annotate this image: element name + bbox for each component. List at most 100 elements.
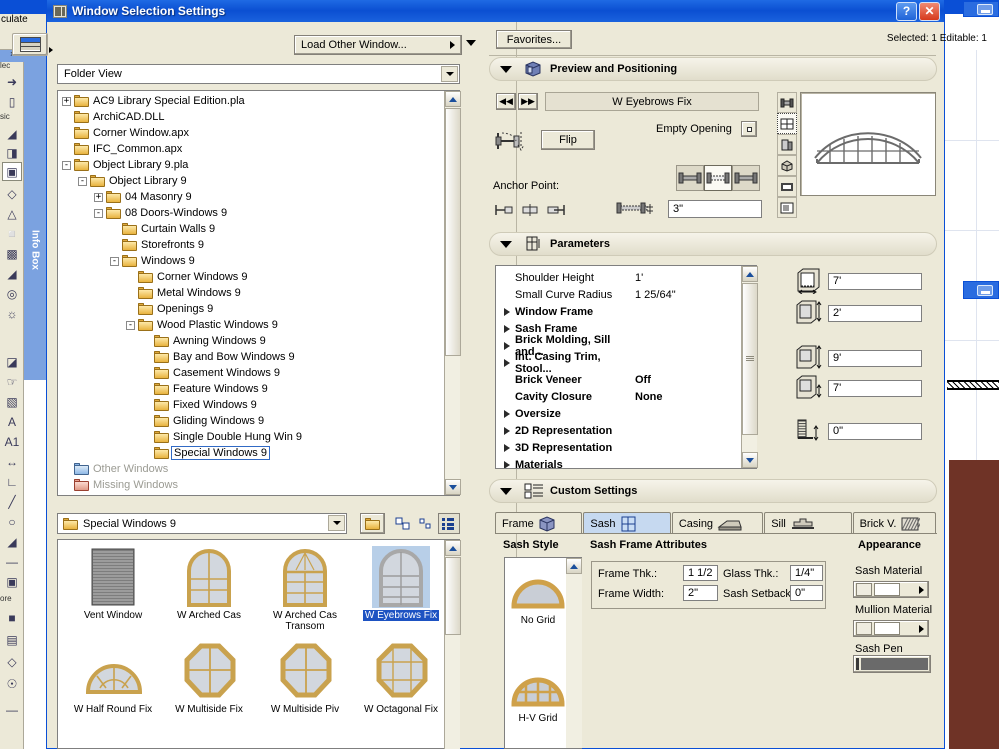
chevron-down-icon[interactable] [328,515,345,531]
tree-item[interactable]: Gliding Windows 9 [142,413,264,429]
parameter-row[interactable]: Int. Casing Trim, Stool... [496,351,740,375]
lamp-tool-icon[interactable]: ☼ [2,304,22,323]
roof-tool-icon[interactable]: △ [2,204,22,223]
parameter-value[interactable]: 1' [635,272,643,284]
parameter-row[interactable]: Brick Veneer Off [496,371,740,388]
expand-icon[interactable]: + [62,96,71,106]
panel-collapse-caret-icon[interactable] [466,40,476,46]
thumbnail-item[interactable]: W Eyebrows Fix [354,546,448,621]
tree-item[interactable]: - 08 Doors-Windows 9 [94,205,227,221]
scroll-up-button[interactable] [742,266,758,282]
list-item[interactable]: No Grid [508,568,568,626]
tree-item[interactable]: - Wood Plastic Windows 9 [126,317,278,333]
parameter-row[interactable]: 3D Representation [496,439,740,456]
empty-opening-checkbox[interactable] [741,121,757,137]
tree-item[interactable]: Openings 9 [126,301,213,317]
sill-reference-segmented[interactable] [676,165,760,191]
tree-item[interactable]: - Object Library 9 [78,173,187,189]
scroll-up-button[interactable] [566,558,582,574]
preview-view-toolbar[interactable] [777,92,797,218]
tree-item[interactable]: Casement Windows 9 [142,365,280,381]
thumbnail-item[interactable]: W Octagonal Fix [354,640,448,715]
load-other-window-button[interactable]: Load Other Window... [294,35,462,55]
text-tool-icon[interactable]: A [2,412,22,431]
dimension-field[interactable]: 2' [828,304,922,322]
folder-view-combo[interactable]: Folder View [57,64,460,84]
scroll-thumb[interactable] [742,283,758,435]
plan-view-icon[interactable] [777,92,797,113]
parameter-row[interactable]: Oversize [496,405,740,422]
sill-ref-center-icon[interactable] [704,165,732,191]
thumbnail-item[interactable]: W Arched Cas Transom [258,546,352,632]
parameters-section-header[interactable]: Parameters [489,232,937,256]
chevron-down-icon[interactable] [500,240,512,248]
chevron-right-icon[interactable] [504,358,510,367]
section-view-icon[interactable] [777,134,797,155]
misc-tool-icon[interactable]: — [2,700,22,719]
app-menu-label[interactable]: culate [0,14,46,28]
tree-item[interactable]: Corner Windows 9 [126,269,247,285]
tree-item[interactable]: +04 Masonry 9 [94,189,192,205]
parameters-list[interactable]: Shoulder Height 1' Small Curve Radius 1 25/… [495,265,757,469]
tree-item[interactable]: Awning Windows 9 [142,333,266,349]
collapse-icon[interactable]: - [126,320,135,330]
tree-item[interactable]: Single Double Hung Win 9 [142,429,302,445]
scroll-down-button[interactable] [742,452,758,468]
chevron-right-icon[interactable] [504,307,510,316]
library-tree[interactable]: + AC9 Library Special Edition.pla ArchiCAD… [57,90,460,496]
thumbnail-item[interactable]: W Arched Cas [162,546,256,621]
chevron-right-icon[interactable] [504,460,510,468]
sill-ref-outer-icon[interactable] [676,165,704,191]
model-view-icon[interactable] [777,176,797,197]
radial-dimension-icon[interactable]: ∟ [2,472,22,491]
camera-tool-icon[interactable]: ■ [2,608,22,627]
sash-material-selector[interactable] [853,581,929,598]
tree-item[interactable]: Curtain Walls 9 [110,221,215,237]
sash-setback-field[interactable]: 0" [790,585,823,601]
chevron-right-icon[interactable] [504,426,510,435]
figure-tool-icon[interactable]: ▤ [2,630,22,649]
expand-icon[interactable]: + [94,192,103,202]
favorites-button[interactable]: Favorites... [496,30,572,49]
tab-casing[interactable]: Casing [671,512,764,534]
thumbnails-vertical-scrollbar[interactable] [444,540,461,749]
chevron-right-icon[interactable] [504,443,510,452]
parameter-row[interactable]: Materials [496,456,740,468]
tree-item[interactable]: Fixed Windows 9 [142,397,257,413]
next-object-button[interactable]: ▶▶ [518,93,538,110]
tree-item[interactable]: Special Windows 9 [142,445,270,461]
dimension-field[interactable]: 7' [828,379,922,397]
thumbnail-item[interactable]: W Multiside Piv [258,640,352,715]
preview-positioning-section-header[interactable]: Preview and Positioning [489,57,937,81]
light-tool-icon[interactable]: ☉ [2,674,22,693]
anchor-right-icon[interactable] [544,200,570,220]
anchor-left-icon[interactable] [492,200,518,220]
custom-settings-tabs[interactable]: Frame Sash Casing Sill Brick V. [495,512,937,534]
label-tool-icon[interactable]: A1 [2,432,22,451]
window-tool-icon[interactable]: ▣ [2,162,22,181]
tree-item[interactable]: Bay and Bow Windows 9 [142,349,295,365]
glass-thickness-field[interactable]: 1/4" [790,565,823,581]
scroll-thumb[interactable] [445,557,461,635]
chevron-right-icon[interactable] [504,341,510,350]
scroll-up-button[interactable] [445,91,461,107]
object-tool-icon[interactable]: ◎ [2,284,22,303]
wall-tool-icon[interactable]: ◢ [2,124,22,143]
spline-tool-icon[interactable]: ◢ [2,532,22,551]
marquee-tool-icon[interactable]: ▯ [2,92,22,111]
tree-item[interactable]: - Windows 9 [110,253,195,269]
previous-object-button[interactable]: ◀◀ [496,93,516,110]
flip-button[interactable]: Flip [541,130,595,150]
dimension-field[interactable]: 7' [828,272,922,290]
tab-sill[interactable]: Sill [764,512,852,534]
small-icons-view-icon[interactable] [415,513,437,534]
thumbnail-item[interactable]: Vent Window [66,546,160,621]
background-window-titlebar-top[interactable] [963,1,999,17]
object-name-field[interactable]: W Eyebrows Fix [545,92,759,111]
column-tool-icon[interactable]: ▩ [2,244,22,263]
slab-tool-icon[interactable]: ◇ [2,184,22,203]
view-mode-buttons[interactable] [392,513,460,534]
dimension-tool-icon[interactable]: ↔ [2,452,22,471]
zone-tool-icon[interactable]: ☞ [2,372,22,391]
tree-item[interactable]: Other Windows [62,461,168,477]
